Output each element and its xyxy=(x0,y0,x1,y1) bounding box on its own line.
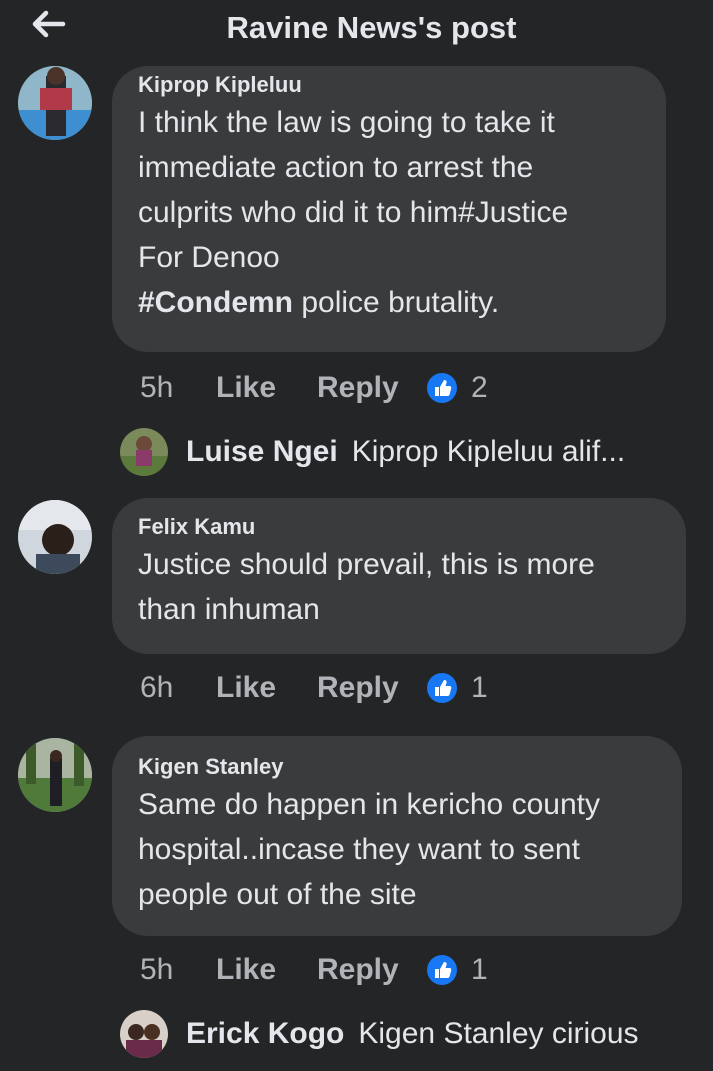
comment-time[interactable]: 6h xyxy=(140,671,216,705)
comment-time[interactable]: 5h xyxy=(140,371,216,405)
like-button[interactable]: Like xyxy=(216,953,317,987)
hashtag-link[interactable]: #Condemn xyxy=(138,286,293,319)
reply-text: Kiprop Kipleluu alif... xyxy=(351,435,626,468)
comment-author[interactable]: Felix Kamu xyxy=(138,514,686,540)
avatar[interactable] xyxy=(120,428,168,476)
comment-author[interactable]: Kigen Stanley xyxy=(138,754,682,780)
reply-button[interactable]: Reply xyxy=(317,953,427,987)
comment-text: Justice should prevail, this is more tha… xyxy=(138,548,595,626)
like-button[interactable]: Like xyxy=(216,671,317,705)
avatar[interactable] xyxy=(18,500,92,574)
avatar[interactable] xyxy=(18,738,92,812)
thumbs-up-icon[interactable] xyxy=(427,373,457,403)
comment-bubble[interactable]: Felix Kamu Justice should prevail, this … xyxy=(112,498,686,654)
reply-button[interactable]: Reply xyxy=(317,671,427,705)
reaction-count[interactable]: 1 xyxy=(471,671,488,705)
page-title: Ravine News's post xyxy=(226,10,517,45)
comment-text: I think the law is going to take it imme… xyxy=(138,106,569,319)
reaction-count[interactable]: 2 xyxy=(471,371,488,405)
header-bar: Ravine News's post xyxy=(0,0,713,60)
avatar[interactable] xyxy=(18,66,92,140)
comment-time[interactable]: 5h xyxy=(140,953,216,987)
comment-actions: 5h Like Reply 2 xyxy=(140,368,488,408)
like-button[interactable]: Like xyxy=(216,371,317,405)
thumbs-up-icon[interactable] xyxy=(427,955,457,985)
comment-actions: 5h Like Reply 1 xyxy=(140,950,488,990)
reply-text: Kigen Stanley cirious xyxy=(358,1017,639,1050)
thumbs-up-icon[interactable] xyxy=(427,673,457,703)
reply-preview[interactable]: Luise Ngei Kiprop Kipleluu alif... xyxy=(120,428,625,476)
reply-author[interactable]: Erick Kogo xyxy=(186,1017,344,1051)
avatar[interactable] xyxy=(120,1010,168,1058)
reaction-count[interactable]: 1 xyxy=(471,953,488,987)
comment-text: Same do happen in kericho county hospita… xyxy=(138,788,600,911)
comment-bubble[interactable]: Kiprop Kipleluu I think the law is going… xyxy=(112,66,666,352)
comment-bubble[interactable]: Kigen Stanley Same do happen in kericho … xyxy=(112,736,682,936)
reply-button[interactable]: Reply xyxy=(317,371,427,405)
reply-author[interactable]: Luise Ngei xyxy=(186,435,338,469)
comment-actions: 6h Like Reply 1 xyxy=(140,668,488,708)
comment-author[interactable]: Kiprop Kipleluu xyxy=(138,72,666,98)
reply-preview[interactable]: Erick Kogo Kigen Stanley cirious xyxy=(120,1010,639,1058)
